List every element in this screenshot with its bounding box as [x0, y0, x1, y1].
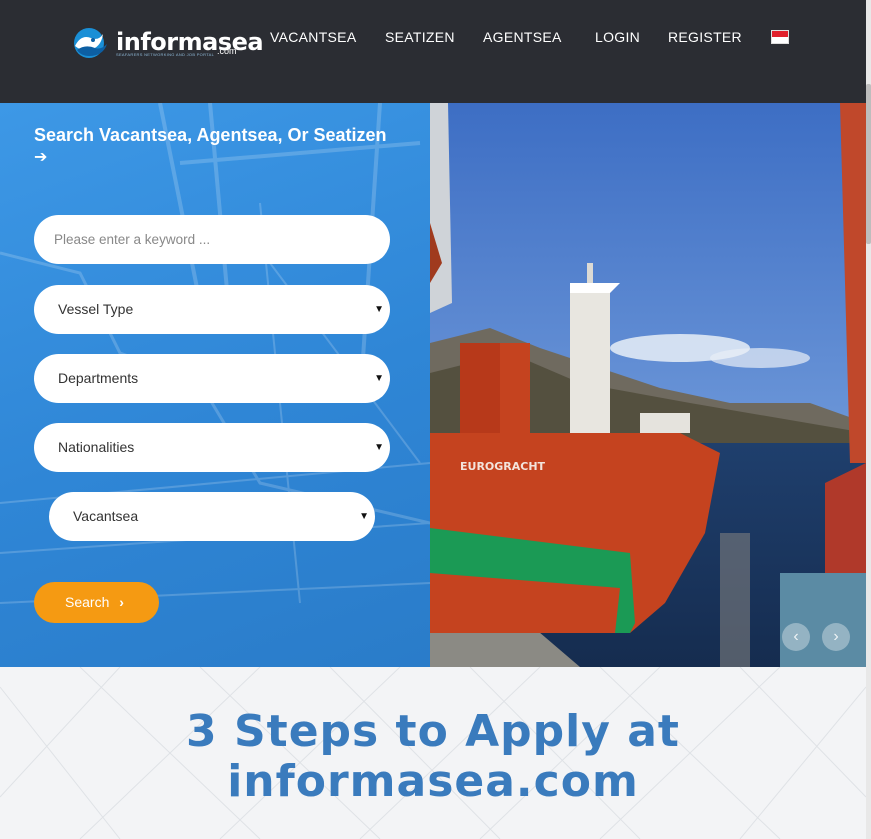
nav-login[interactable]: LOGIN	[595, 29, 640, 45]
nav-seatizen[interactable]: SEATIZEN	[385, 29, 455, 45]
vessel-type-value: Vessel Type	[58, 301, 134, 317]
slider-prev-button[interactable]: ‹	[782, 623, 810, 651]
nationalities-select[interactable]: Nationalities ▼	[34, 423, 390, 472]
caret-down-icon: ▼	[374, 442, 384, 453]
wave-logo-icon	[74, 28, 107, 58]
search-button-label: Search	[65, 594, 110, 610]
logo-suffix: .com	[217, 46, 237, 56]
search-title-text: Search Vacantsea, Agentsea, Or Seatizen	[34, 125, 387, 145]
category-select[interactable]: Vacantsea ▼	[49, 492, 375, 541]
chevron-left-icon: ‹	[793, 628, 799, 645]
slider-next-button[interactable]: ›	[822, 623, 850, 651]
ship-name: EUROGRACHT	[460, 460, 546, 473]
caret-down-icon: ▼	[359, 511, 369, 522]
informasea-logo[interactable]: informasea SEAFARERS NETWORKING AND JOB …	[69, 26, 264, 60]
search-title: Search Vacantsea, Agentsea, Or Seatizen …	[34, 125, 414, 168]
departments-select[interactable]: Departments ▼	[34, 354, 390, 403]
nav-register[interactable]: REGISTER	[668, 29, 742, 45]
logo-tagline: SEAFARERS NETWORKING AND JOB PORTAL	[116, 52, 215, 57]
caret-down-icon: ▼	[374, 304, 384, 315]
hero-slider: Search Vacantsea, Agentsea, Or Seatizen …	[0, 103, 866, 667]
ship-photo: EUROGRACHT	[430, 103, 866, 667]
cargo-ship-image: EUROGRACHT	[430, 103, 866, 667]
nav-agentsea[interactable]: AGENTSEA	[483, 29, 562, 45]
nationalities-value: Nationalities	[58, 439, 135, 455]
top-navbar: informasea SEAFARERS NETWORKING AND JOB …	[0, 0, 871, 103]
nav-vacantsea[interactable]: VACANTSEA	[270, 29, 356, 45]
category-value: Vacantsea	[73, 508, 139, 524]
page-scrollbar[interactable]	[866, 0, 871, 839]
vessel-type-select[interactable]: Vessel Type ▼	[34, 285, 390, 334]
indonesia-flag-icon[interactable]	[771, 30, 789, 44]
keyword-input[interactable]: Please enter a keyword ...	[34, 215, 390, 264]
departments-value: Departments	[58, 370, 139, 386]
steps-heading-line2: informasea.com	[227, 756, 639, 807]
steps-heading-line1: 3 Steps to Apply at	[186, 706, 680, 757]
arrow-right-icon: ➔	[34, 149, 48, 166]
steps-heading: 3 Steps to Apply at informasea.com	[0, 707, 866, 807]
search-button[interactable]: Search ›	[34, 582, 159, 623]
scrollbar-thumb[interactable]	[866, 84, 871, 244]
keyword-placeholder: Please enter a keyword ...	[54, 232, 211, 247]
chevron-right-icon: ›	[833, 628, 839, 645]
caret-down-icon: ▼	[374, 373, 384, 384]
chevron-right-icon: ›	[119, 594, 124, 610]
steps-section: 3 Steps to Apply at informasea.com	[0, 667, 866, 839]
search-panel: Search Vacantsea, Agentsea, Or Seatizen …	[0, 103, 430, 667]
